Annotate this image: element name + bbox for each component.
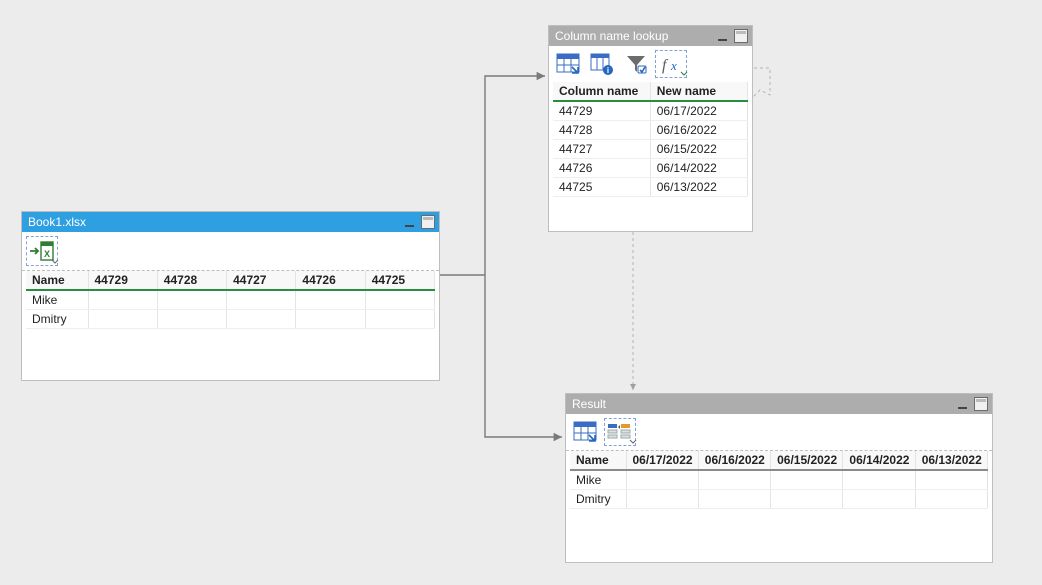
cell: Dmitry (570, 490, 626, 509)
table-row[interactable]: Dmitry (570, 490, 988, 509)
cell (915, 490, 987, 509)
cell: 44729 (553, 101, 650, 121)
cell (157, 290, 226, 310)
panel-lookup-title: Column name lookup (555, 29, 668, 43)
cell (771, 490, 843, 509)
filter-icon (625, 53, 647, 75)
import-excel-button[interactable]: X (26, 236, 58, 266)
table-row[interactable]: 4472906/17/2022 (553, 101, 748, 121)
col-header[interactable]: 44725 (365, 271, 434, 290)
rename-columns-button[interactable] (604, 418, 636, 446)
maximize-button[interactable] (421, 215, 435, 229)
col-header[interactable]: 44726 (296, 271, 365, 290)
cell (698, 470, 770, 490)
cell: 06/15/2022 (650, 140, 747, 159)
table-row[interactable]: Mike (26, 290, 435, 310)
cell: 06/13/2022 (650, 178, 747, 197)
panel-result-title: Result (572, 397, 606, 411)
col-header[interactable]: 06/14/2022 (843, 451, 915, 470)
cell: 44727 (553, 140, 650, 159)
col-header[interactable]: 44727 (227, 271, 296, 290)
col-header[interactable]: 06/16/2022 (698, 451, 770, 470)
panel-result-titlebar[interactable]: Result (566, 394, 992, 414)
panel-result-toolbar (566, 414, 992, 450)
cell (771, 470, 843, 490)
col-header[interactable]: Column name (553, 82, 650, 101)
table-button[interactable] (553, 50, 583, 78)
svg-text:x: x (670, 58, 677, 73)
table-icon (556, 53, 580, 75)
table-button[interactable] (570, 418, 600, 446)
source-table[interactable]: Name 44729 44728 44727 44726 44725 Mike … (26, 271, 435, 329)
panel-result[interactable]: Result (565, 393, 993, 563)
col-header[interactable]: 06/15/2022 (771, 451, 843, 470)
col-header[interactable]: Name (570, 451, 626, 470)
cell (626, 490, 698, 509)
svg-text:X: X (44, 249, 50, 259)
cell (843, 490, 915, 509)
svg-text:i: i (607, 66, 609, 75)
table-row[interactable]: 4472706/15/2022 (553, 140, 748, 159)
svg-text:f: f (662, 57, 669, 74)
cell (626, 470, 698, 490)
maximize-button[interactable] (974, 397, 988, 411)
minimize-button[interactable] (401, 217, 417, 227)
cell (365, 290, 434, 310)
cell: 06/14/2022 (650, 159, 747, 178)
table-row[interactable]: 4472806/16/2022 (553, 121, 748, 140)
formula-button[interactable]: f x (655, 50, 687, 78)
panel-source-title: Book1.xlsx (28, 215, 86, 229)
table-row[interactable]: 4472606/14/2022 (553, 159, 748, 178)
lookup-table[interactable]: Column name New name 4472906/17/2022 447… (553, 82, 748, 197)
cell: 44726 (553, 159, 650, 178)
col-header[interactable]: Name (26, 271, 88, 290)
cell (227, 310, 296, 329)
table-row[interactable]: Mike (570, 470, 988, 490)
table-icon (573, 421, 597, 443)
cell (227, 290, 296, 310)
cell: 06/17/2022 (650, 101, 747, 121)
minimize-button[interactable] (954, 399, 970, 409)
chevron-down-icon (629, 438, 637, 446)
col-header[interactable]: New name (650, 82, 747, 101)
maximize-button[interactable] (734, 29, 748, 43)
cell: 44725 (553, 178, 650, 197)
table-row[interactable]: Dmitry (26, 310, 435, 329)
panel-lookup[interactable]: Column name lookup i (548, 25, 753, 232)
table-info-icon: i (590, 53, 614, 75)
result-table[interactable]: Name 06/17/2022 06/16/2022 06/15/2022 06… (570, 451, 988, 509)
table-row[interactable]: 4472506/13/2022 (553, 178, 748, 197)
cell (296, 310, 365, 329)
col-header[interactable]: 06/17/2022 (626, 451, 698, 470)
cell: Mike (26, 290, 88, 310)
cell (296, 290, 365, 310)
cell (915, 470, 987, 490)
col-header[interactable]: 06/13/2022 (915, 451, 987, 470)
panel-source-toolbar: X (22, 232, 439, 270)
cell: 06/16/2022 (650, 121, 747, 140)
col-header[interactable]: 44728 (157, 271, 226, 290)
cell: Mike (570, 470, 626, 490)
cell (698, 490, 770, 509)
panel-lookup-titlebar[interactable]: Column name lookup (549, 26, 752, 46)
cell (365, 310, 434, 329)
col-header[interactable]: 44729 (88, 271, 157, 290)
panel-source[interactable]: Book1.xlsx X Name 44729 44728 44727 44 (21, 211, 440, 381)
cell: Dmitry (26, 310, 88, 329)
panel-source-titlebar[interactable]: Book1.xlsx (22, 212, 439, 232)
chevron-down-icon (51, 258, 59, 266)
cell (843, 470, 915, 490)
cell: 44728 (553, 121, 650, 140)
table-info-button[interactable]: i (587, 50, 617, 78)
chevron-down-icon (680, 70, 688, 78)
filter-button[interactable] (621, 50, 651, 78)
panel-lookup-toolbar: i f x (549, 46, 752, 82)
source-table-header-row: Name 44729 44728 44727 44726 44725 (26, 271, 435, 290)
cell (88, 310, 157, 329)
cell (157, 310, 226, 329)
cell (88, 290, 157, 310)
minimize-button[interactable] (714, 31, 730, 41)
